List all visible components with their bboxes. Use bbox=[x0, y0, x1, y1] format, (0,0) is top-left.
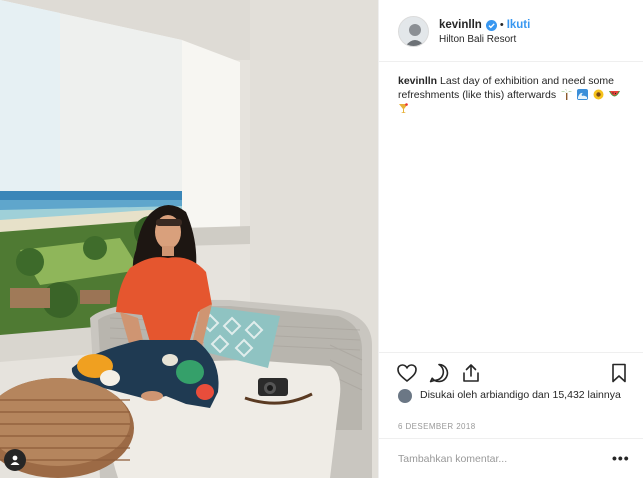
post-caption: kevinlln Last day of exhibition and need… bbox=[398, 74, 630, 116]
avatar-image bbox=[399, 17, 428, 46]
caption-username[interactable]: kevinlln bbox=[398, 75, 437, 87]
user-line: kevinlln • Ikuti bbox=[439, 17, 530, 33]
avatar[interactable] bbox=[398, 16, 429, 47]
palm-tree-emoji bbox=[561, 89, 573, 100]
photo-scene bbox=[0, 0, 378, 478]
post-actions bbox=[379, 352, 643, 392]
follow-button[interactable]: Ikuti bbox=[507, 19, 531, 31]
post-side-panel: kevinlln • Ikuti Hilton Bali Resort kevi… bbox=[378, 0, 643, 478]
comment-box: ••• bbox=[379, 438, 643, 478]
comment-input[interactable] bbox=[398, 453, 598, 465]
watermelon-emoji bbox=[608, 89, 620, 100]
separator-dot: • bbox=[499, 19, 504, 31]
likes-summary[interactable]: Disukai oleh arbiandigo dan 15,432 lainn… bbox=[398, 388, 628, 403]
share-icon[interactable] bbox=[460, 362, 482, 384]
location-link[interactable]: Hilton Bali Resort bbox=[439, 34, 516, 45]
likes-text: Disukai oleh arbiandigo dan 15,432 lainn… bbox=[420, 389, 621, 401]
post-header: kevinlln • Ikuti Hilton Bali Resort bbox=[379, 0, 643, 62]
verified-badge-icon bbox=[485, 19, 497, 31]
post-photo[interactable] bbox=[0, 0, 378, 478]
heart-icon[interactable] bbox=[396, 362, 418, 384]
wave-emoji bbox=[576, 89, 588, 100]
profile-icon[interactable] bbox=[4, 449, 26, 471]
post-date: 6 DESEMBER 2018 bbox=[398, 422, 476, 431]
cocktail-emoji bbox=[398, 103, 409, 114]
sunflower-emoji bbox=[593, 89, 604, 100]
liker-avatar bbox=[398, 389, 412, 403]
bookmark-icon[interactable] bbox=[608, 362, 630, 384]
username-link[interactable]: kevinlln bbox=[439, 19, 482, 31]
more-options-button[interactable]: ••• bbox=[612, 450, 630, 466]
profile-glyph bbox=[10, 455, 20, 465]
comment-icon[interactable] bbox=[428, 362, 450, 384]
